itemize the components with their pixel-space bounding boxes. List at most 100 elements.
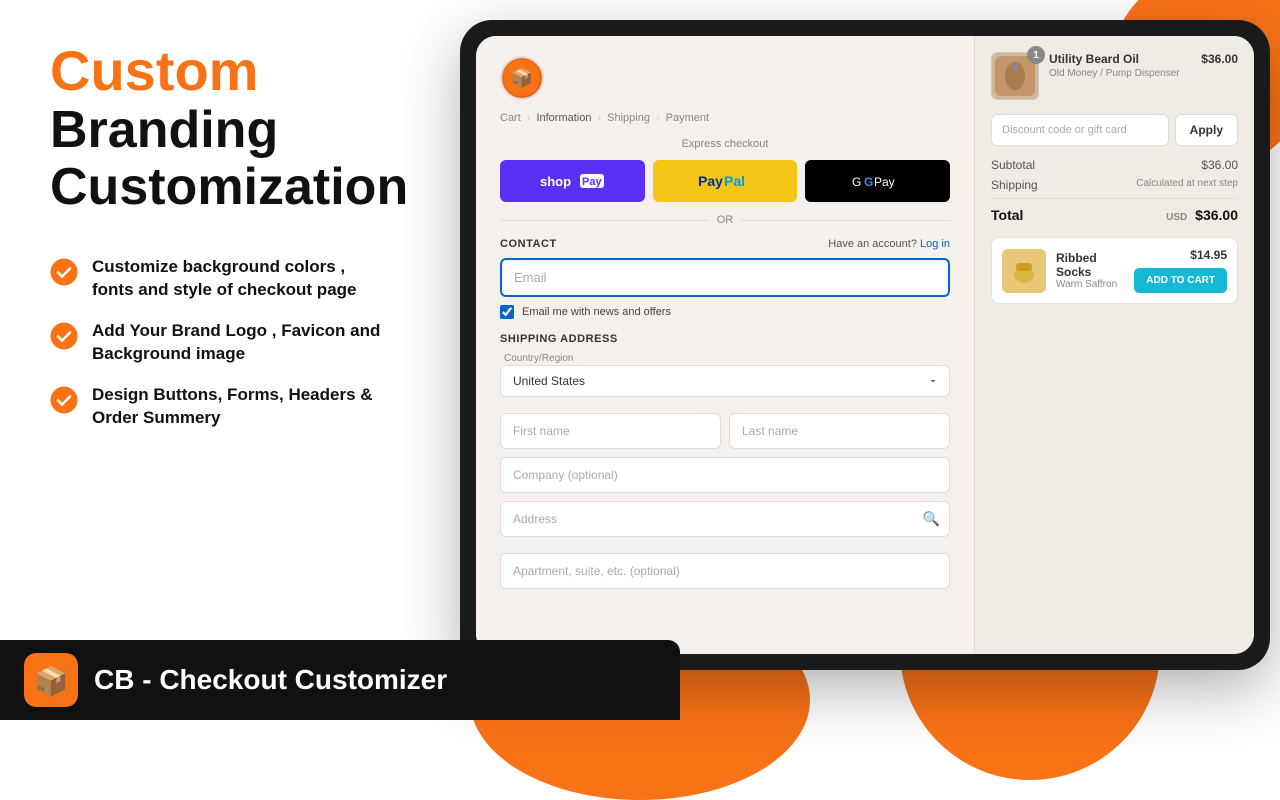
brand-title: CB - Checkout Customizer — [94, 664, 447, 696]
last-name-input[interactable] — [729, 413, 950, 449]
feature-text-2: Add Your Brand Logo , Favicon and Backgr… — [92, 320, 390, 366]
feature-item-3: Design Buttons, Forms, Headers & Order S… — [50, 384, 390, 430]
heading-branding: Branding — [50, 102, 390, 159]
upsell-name: Ribbed Socks — [1056, 251, 1124, 279]
product-info: Utility Beard Oil Old Money / Pump Dispe… — [1049, 52, 1191, 79]
brand-logo-circle: 📦 — [500, 56, 544, 100]
product-name: Utility Beard Oil — [1049, 52, 1191, 68]
upsell-variant: Warm Saffron — [1056, 279, 1124, 290]
paypal-icon: Pay Pal — [690, 171, 760, 191]
total-value: $36.00 — [1195, 207, 1238, 223]
address-search-icon: 🔍 — [923, 511, 940, 528]
feature-text-1: Customize background colors , fonts and … — [92, 256, 390, 302]
contact-title: CONTACT — [500, 238, 557, 250]
device-screen: 📦 Cart › Information › Shipping › Paymen… — [476, 36, 1254, 654]
email-input[interactable] — [500, 258, 950, 297]
have-account-text: Have an account? Log in — [828, 238, 950, 250]
shipping-section: SHIPPING ADDRESS Country/Region United S… — [500, 333, 950, 597]
brand-logo-image: 📦 — [24, 653, 78, 707]
upsell-price: $14.95 — [1190, 248, 1227, 262]
product-badge: 1 — [1027, 46, 1045, 64]
or-line-right — [741, 220, 950, 221]
feature-item-2: Add Your Brand Logo , Favicon and Backgr… — [50, 320, 390, 366]
first-name-input[interactable] — [500, 413, 721, 449]
breadcrumb-shipping: Shipping — [607, 112, 650, 124]
login-link[interactable]: Log in — [920, 238, 950, 250]
total-currency: USD — [1166, 212, 1187, 223]
google-pay-button[interactable]: G G Pay — [805, 160, 950, 202]
svg-text:Pay: Pay — [874, 175, 895, 189]
discount-row: Apply — [991, 114, 1238, 146]
feature-item-1: Customize background colors , fonts and … — [50, 256, 390, 302]
svg-text:shop: shop — [540, 174, 571, 189]
svg-text:G: G — [852, 175, 861, 189]
paypal-button[interactable]: Pay Pal — [653, 160, 798, 202]
breadcrumb-sep-2: › — [597, 112, 601, 124]
upsell-image — [1002, 249, 1046, 293]
checkout-right: 1 Utility Beard Oil Old Money / Pump Dis… — [974, 36, 1254, 654]
left-panel: Custom Branding Customization Customize … — [0, 0, 430, 660]
subtotal-line: Subtotal $36.00 — [991, 158, 1238, 172]
newsletter-checkbox[interactable] — [500, 305, 514, 319]
feature-text-3: Design Buttons, Forms, Headers & Order S… — [92, 384, 390, 430]
heading-customization: Customization — [50, 159, 390, 216]
breadcrumb: Cart › Information › Shipping › Payment — [500, 112, 950, 124]
check-icon-3 — [50, 386, 78, 414]
country-select[interactable]: United States — [500, 365, 950, 397]
device-frame: 📦 Cart › Information › Shipping › Paymen… — [460, 20, 1270, 670]
subtotal-value: $36.00 — [1201, 158, 1238, 172]
address-input[interactable] — [500, 501, 950, 537]
svg-text:Pay: Pay — [698, 173, 723, 189]
brand-logo-box: 📦 — [24, 653, 78, 707]
checkout-left: 📦 Cart › Information › Shipping › Paymen… — [476, 36, 974, 654]
total-amount: USD $36.00 — [1166, 207, 1238, 223]
add-to-cart-button[interactable]: ADD TO CART — [1134, 268, 1227, 293]
bottom-bar: 📦 CB - Checkout Customizer — [0, 640, 680, 720]
check-icon-2 — [50, 322, 78, 350]
or-divider: OR — [500, 214, 950, 226]
product-price: $36.00 — [1201, 52, 1238, 66]
product-img-wrapper: 1 — [991, 52, 1039, 100]
breadcrumb-information: Information — [536, 112, 591, 124]
newsletter-label: Email me with news and offers — [522, 306, 671, 318]
shipping-label: Shipping — [991, 178, 1038, 192]
country-label: Country/Region — [500, 353, 950, 364]
product-variant: Old Money / Pump Dispenser — [1049, 68, 1191, 79]
svg-text:G: G — [864, 175, 873, 189]
contact-section-header: CONTACT Have an account? Log in — [500, 238, 950, 250]
order-item-main: 1 Utility Beard Oil Old Money / Pump Dis… — [991, 52, 1238, 100]
heading-custom: Custom — [50, 40, 390, 102]
name-row — [500, 413, 950, 449]
shipping-line: Shipping Calculated at next step — [991, 178, 1238, 192]
brand-logo-svg: 📦 — [504, 60, 540, 96]
express-checkout-label: Express checkout — [500, 138, 950, 150]
company-input[interactable] — [500, 457, 950, 493]
have-account-label: Have an account? — [828, 238, 917, 250]
svg-text:Pay: Pay — [582, 176, 602, 188]
total-label: Total — [991, 207, 1023, 223]
upsell-card: Ribbed Socks Warm Saffron $14.95 ADD TO … — [991, 237, 1238, 304]
or-line-left — [500, 220, 709, 221]
breadcrumb-cart: Cart — [500, 112, 521, 124]
svg-text:📦: 📦 — [34, 665, 69, 698]
apply-button[interactable]: Apply — [1175, 114, 1238, 146]
svg-text:📦: 📦 — [511, 67, 533, 88]
shipping-section-header: SHIPPING ADDRESS — [500, 333, 950, 345]
feature-list: Customize background colors , fonts and … — [50, 256, 390, 430]
newsletter-checkbox-row: Email me with news and offers — [500, 305, 950, 319]
breadcrumb-payment: Payment — [666, 112, 709, 124]
upsell-right: $14.95 ADD TO CART — [1134, 248, 1227, 293]
gpay-icon: G G Pay — [848, 171, 908, 191]
address-field-wrapper: 🔍 — [500, 501, 950, 537]
shipping-note: Calculated at next step — [1136, 178, 1238, 192]
total-line: Total USD $36.00 — [991, 198, 1238, 223]
breadcrumb-sep-1: › — [527, 112, 531, 124]
country-select-wrapper: Country/Region United States — [500, 353, 950, 405]
svg-text:Pal: Pal — [724, 173, 745, 189]
check-icon-1 — [50, 258, 78, 286]
breadcrumb-sep-3: › — [656, 112, 660, 124]
shop-pay-button[interactable]: shop Pay — [500, 160, 645, 202]
discount-input[interactable] — [991, 114, 1169, 146]
subtotal-label: Subtotal — [991, 158, 1035, 172]
apt-input[interactable] — [500, 553, 950, 589]
